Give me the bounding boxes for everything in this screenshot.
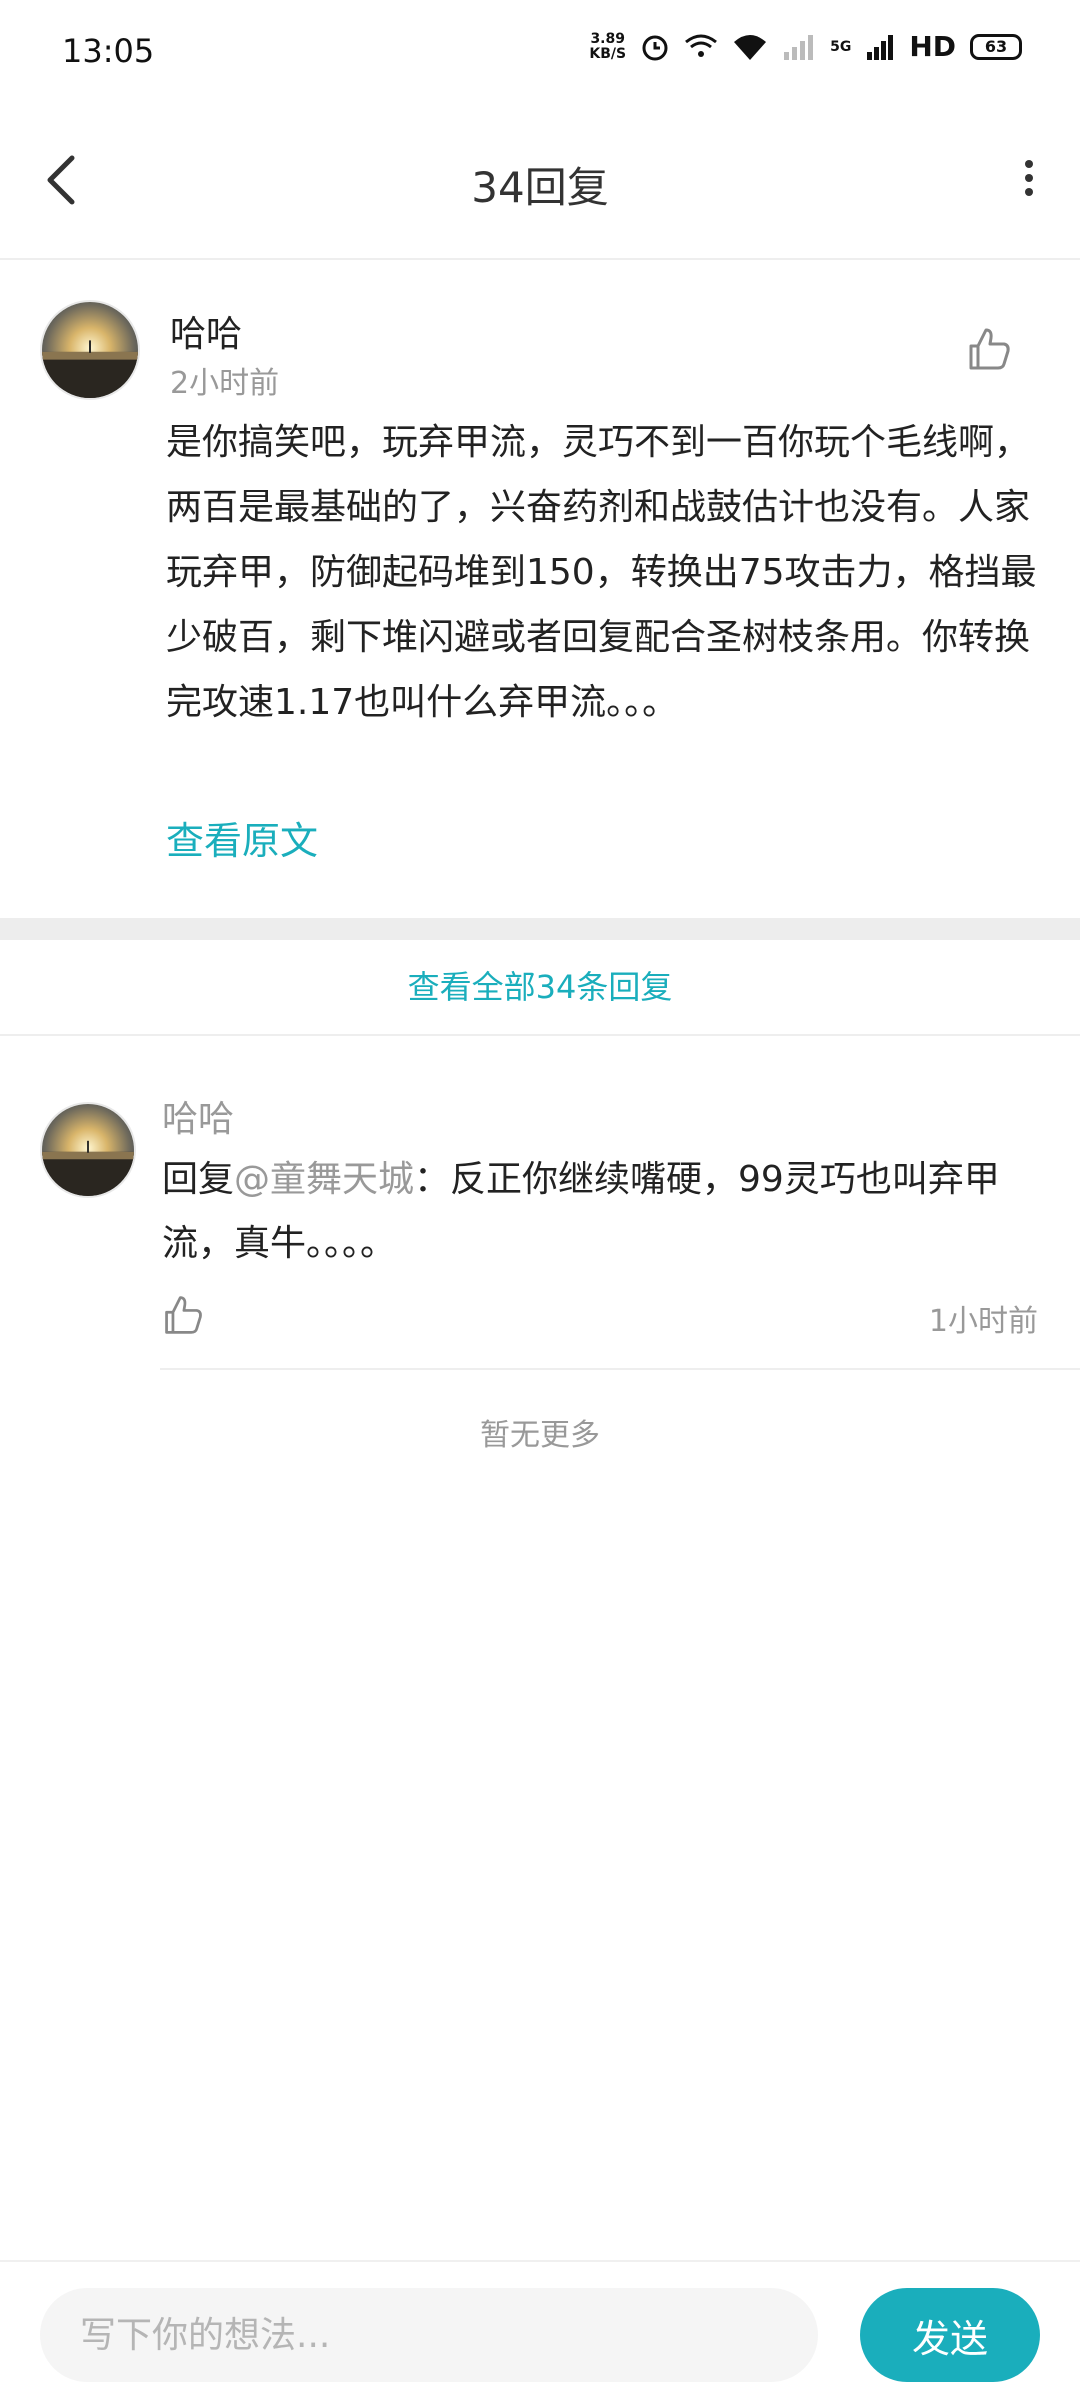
thumbs-up-icon[interactable] [966, 326, 1012, 372]
page-title: 34回复 [471, 163, 609, 212]
reply-text: 回复@童舞天城：反正你继续嘴硬，99灵巧也叫弃甲流，真牛。。。。 [162, 1159, 1000, 1264]
send-button[interactable]: 发送 [860, 2288, 1040, 2382]
hd-label: HD [909, 30, 956, 63]
status-time: 13:05 [62, 32, 155, 70]
bottom-input-bar: 发送 [0, 2260, 1080, 2402]
title-bar: 34回复 [0, 100, 1080, 260]
comment-username[interactable]: 哈哈 [170, 305, 242, 357]
section-divider [0, 918, 1080, 940]
battery-icon: 63 [970, 33, 1022, 60]
avatar[interactable] [40, 300, 140, 400]
reply-divider [160, 1368, 1080, 1370]
avatar-image [42, 302, 138, 398]
wifi-icon [734, 34, 767, 60]
thumbs-up-icon[interactable] [162, 1294, 204, 1336]
comment-time: 2小时前 [170, 366, 280, 401]
network-type: 5G [830, 38, 852, 55]
signal-icon-sim2 [867, 34, 894, 60]
reply-username[interactable]: 哈哈 [162, 1090, 234, 1142]
view-all-replies-link[interactable]: 查看全部34条回复 [0, 940, 1080, 1036]
reply-mention-link[interactable]: @童舞天城 [234, 1159, 414, 1200]
reply-avatar[interactable] [40, 1102, 136, 1198]
view-original-link[interactable]: 查看原文 [166, 810, 318, 865]
more-vertical-icon[interactable] [1014, 158, 1044, 198]
wifi-calling-icon [685, 34, 718, 57]
comment-text: 是你搞笑吧，玩弃甲流，灵巧不到一百你玩个毛线啊，两百是最基础的了，兴奋药剂和战鼓… [166, 422, 1037, 723]
reply-time: 1小时前 [928, 1304, 1038, 1339]
status-bar: 13:05 3.89 KB/S 5G HD 63 [0, 0, 1080, 100]
no-more-text: 暂无更多 [480, 1418, 600, 1453]
signal-icon-sim1 [784, 34, 814, 60]
network-speed: 3.89 KB/S [589, 30, 627, 62]
avatar-image [42, 1104, 134, 1196]
status-icons: 3.89 KB/S 5G HD 63 [589, 30, 1022, 63]
alarm-icon [642, 35, 668, 60]
comment-input[interactable] [40, 2288, 818, 2382]
